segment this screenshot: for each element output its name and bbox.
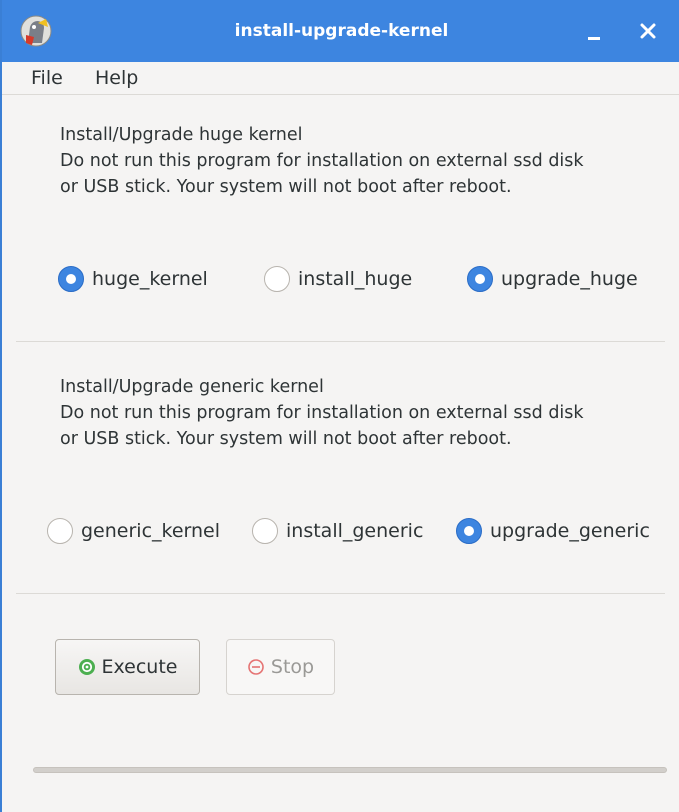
huge-section-heading: Install/Upgrade huge kernel xyxy=(60,125,303,145)
radio-generic-kernel[interactable]: generic_kernel xyxy=(47,516,220,546)
execute-gear-icon xyxy=(78,659,95,675)
radio-install-huge[interactable]: install_huge xyxy=(264,264,412,294)
menu-help[interactable]: Help xyxy=(95,62,138,94)
radio-label: huge_kernel xyxy=(92,268,208,290)
section-separator xyxy=(16,593,665,594)
radio-indicator xyxy=(58,266,84,292)
execute-label: Execute xyxy=(101,656,178,678)
huge-section-warning-line2: or USB stick. Your system will not boot … xyxy=(60,177,512,197)
radio-install-generic[interactable]: install_generic xyxy=(252,516,423,546)
app-window: install-upgrade-kernel File Help Install… xyxy=(0,0,679,812)
radio-label: generic_kernel xyxy=(81,520,221,542)
menu-file[interactable]: File xyxy=(31,62,63,94)
section-separator xyxy=(16,341,665,342)
radio-label: install_generic xyxy=(286,520,424,542)
radio-label: upgrade_huge xyxy=(501,268,638,290)
close-icon xyxy=(640,23,656,39)
generic-section-warning-line2: or USB stick. Your system will not boot … xyxy=(60,429,512,449)
radio-upgrade-huge[interactable]: upgrade_huge xyxy=(467,264,638,294)
radio-label: install_huge xyxy=(298,268,413,290)
radio-upgrade-generic[interactable]: upgrade_generic xyxy=(456,516,650,546)
close-button[interactable] xyxy=(634,17,662,45)
progress-bar xyxy=(33,767,667,773)
execute-button[interactable]: Execute xyxy=(55,639,200,695)
radio-indicator xyxy=(252,518,278,544)
window-title: install-upgrade-kernel xyxy=(234,21,449,41)
radio-label: upgrade_generic xyxy=(490,520,650,542)
generic-section-warning-line1: Do not run this program for installation… xyxy=(60,403,584,423)
menu-bar: File Help xyxy=(2,62,679,95)
stop-button[interactable]: Stop xyxy=(226,639,335,695)
minimize-button[interactable] xyxy=(580,17,608,45)
radio-indicator xyxy=(264,266,290,292)
radio-indicator xyxy=(467,266,493,292)
radio-indicator xyxy=(47,518,73,544)
generic-section-heading: Install/Upgrade generic kernel xyxy=(60,377,324,397)
title-bar[interactable]: install-upgrade-kernel xyxy=(2,0,679,62)
radio-indicator xyxy=(456,518,482,544)
stop-icon xyxy=(248,659,264,675)
radio-huge-kernel[interactable]: huge_kernel xyxy=(58,264,208,294)
huge-section-warning-line1: Do not run this program for installation… xyxy=(60,151,584,171)
minimize-icon xyxy=(588,37,600,40)
stop-label: Stop xyxy=(270,656,315,678)
